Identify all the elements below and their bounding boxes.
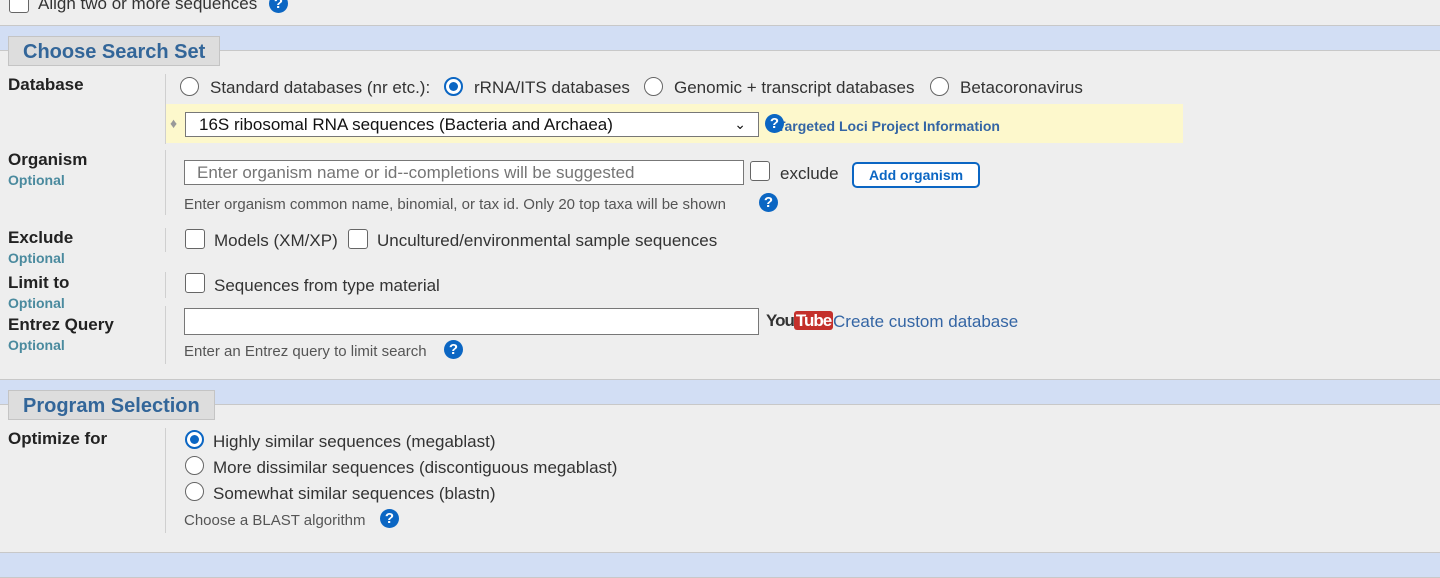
type-material-checkbox[interactable] [185,273,205,293]
help-icon[interactable]: ? [765,114,784,133]
database-label: Database [8,75,84,94]
divider [165,228,166,252]
organism-hint: Enter organism common name, binomial, or… [184,196,726,213]
uncultured-label: Uncultured/environmental sample sequence… [377,231,718,250]
radio-rrna-its[interactable] [444,77,463,96]
align-checkbox[interactable] [9,0,29,13]
radio-label: rRNA/ITS databases [474,78,630,97]
exclude-organism-checkbox[interactable] [750,161,770,181]
entrez-label: Entrez Query [8,315,114,334]
divider [165,150,166,215]
entrez-query-input[interactable] [184,308,759,335]
type-material-label: Sequences from type material [214,276,440,295]
radio-label: Somewhat similar sequences (blastn) [213,484,496,503]
exclude-label: exclude [780,164,839,183]
radio-label: More dissimilar sequences (discontiguous… [213,458,618,477]
optimize-label: Optimize for [8,429,108,448]
optional-label: Optional [8,172,65,188]
optional-label: Optional [8,250,65,266]
radio-betacoronavirus[interactable] [930,77,949,96]
diamond-icon: ♦ [170,115,178,131]
radio-label: Genomic + transcript databases [674,78,915,97]
limit-label: Limit to [8,273,70,292]
section-title-search-set: Choose Search Set [8,36,221,66]
section-title-program: Program Selection [8,390,215,420]
models-label: Models (XM/XP) [214,231,338,250]
help-icon[interactable]: ? [269,0,288,13]
help-icon[interactable]: ? [759,193,778,212]
radio-label: Highly similar sequences (megablast) [213,432,496,451]
section-band [0,552,1440,578]
optional-label: Optional [8,337,65,353]
program-hint: Choose a BLAST algorithm [184,512,366,529]
align-label: Align two or more sequences [38,0,258,13]
radio-blastn[interactable] [185,482,204,501]
exclude-label: Exclude [8,228,74,247]
divider [165,428,166,533]
radio-megablast[interactable] [185,430,204,449]
radio-label: Betacoronavirus [960,78,1083,97]
radio-dc-megablast[interactable] [185,456,204,475]
select-value: 16S ribosomal RNA sequences (Bacteria an… [199,115,613,134]
entrez-hint: Enter an Entrez query to limit search [184,343,427,360]
radio-genomic[interactable] [644,77,663,96]
organism-label: Organism [8,150,88,169]
create-custom-database-link[interactable]: Create custom database [833,312,1018,332]
database-select[interactable]: 16S ribosomal RNA sequences (Bacteria an… [185,112,759,137]
optional-label: Optional [8,295,65,311]
add-organism-button[interactable]: Add organism [852,162,980,188]
divider [165,272,166,298]
radio-label: Standard databases (nr etc.): [210,78,431,97]
section-band [0,379,1440,405]
targeted-loci-link[interactable]: Targeted Loci Project Information [777,118,1000,134]
uncultured-checkbox[interactable] [348,229,368,249]
youtube-logo[interactable]: You Tube [766,311,834,331]
help-icon[interactable]: ? [444,340,463,359]
help-icon[interactable]: ? [380,509,399,528]
radio-standard-db[interactable] [180,77,199,96]
organism-input[interactable] [184,160,744,185]
chevron-down-icon: ⌄ [734,116,746,132]
models-checkbox[interactable] [185,229,205,249]
divider [165,306,166,364]
